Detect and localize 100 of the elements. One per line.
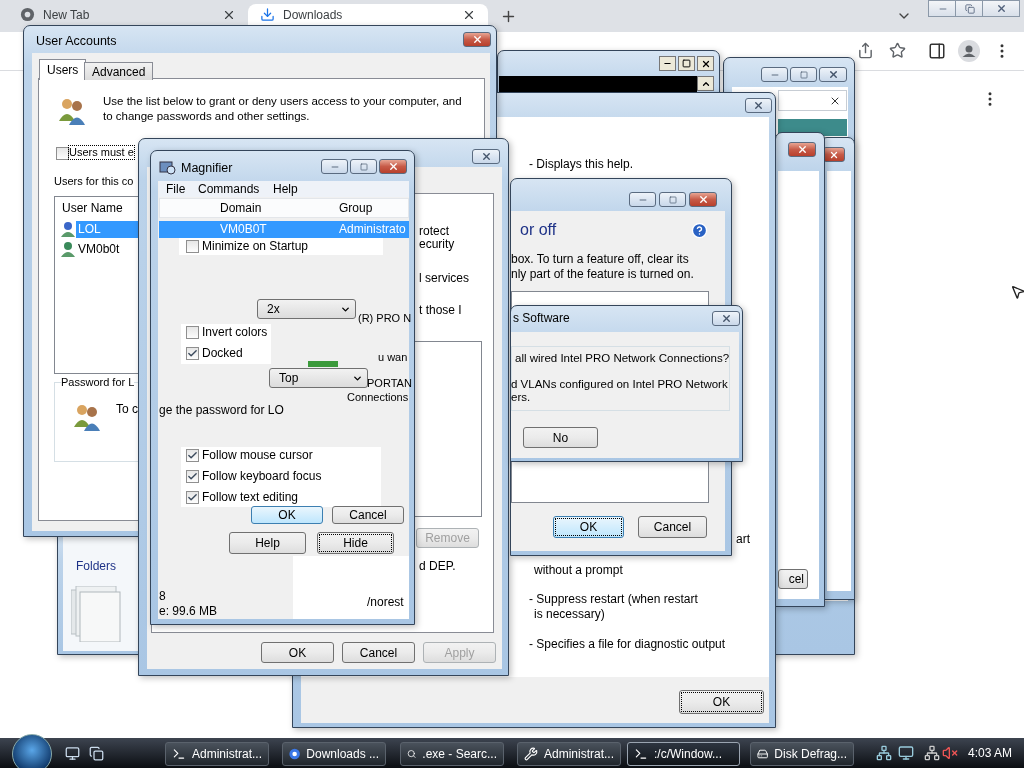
close-icon [700, 58, 711, 69]
minimize-button[interactable] [761, 67, 788, 82]
taskbar-button[interactable]: Administrat... [165, 742, 269, 766]
description-text: ecurity [419, 237, 455, 252]
minimize-button[interactable] [928, 0, 958, 17]
checkbox[interactable] [186, 449, 199, 462]
dialog-button[interactable]: OK [261, 642, 334, 663]
maximize-icon [799, 70, 808, 79]
checkbox-label: Users must e [69, 146, 134, 160]
selected-row[interactable] [159, 221, 409, 238]
maximize-button[interactable] [678, 56, 695, 71]
close-icon [995, 3, 1007, 14]
overlapping-text: PORTAN [367, 377, 412, 391]
note-text: ers. [511, 391, 531, 405]
column-header: User Name [62, 201, 123, 216]
restore-icon [965, 3, 975, 14]
search-icon [407, 747, 417, 761]
description-text: box. To turn a feature off, clear its [511, 252, 689, 267]
share-icon[interactable] [857, 42, 874, 59]
connection-icon[interactable] [924, 745, 940, 761]
overlapping-text: e: 99.6 MB [159, 604, 218, 619]
checkbox-label: Follow text editing [202, 490, 299, 505]
checkbox-label: Follow keyboard focus [202, 469, 322, 484]
minimize-button[interactable] [659, 56, 676, 71]
dialog-button[interactable]: OK [553, 516, 624, 538]
network-icon[interactable] [876, 745, 892, 761]
description-text: t those I [419, 303, 462, 318]
restore-button[interactable] [955, 0, 985, 17]
monitor-icon[interactable] [898, 745, 914, 761]
dialog-button[interactable]: Help [229, 532, 306, 554]
bookmark-star-icon[interactable] [889, 42, 906, 59]
close-icon [753, 100, 764, 111]
dialog-button[interactable]: Cancel [332, 506, 404, 524]
magnifier-icon [159, 160, 177, 176]
close-button[interactable] [823, 147, 845, 162]
checkbox[interactable] [186, 347, 199, 360]
taskbar-button[interactable]: :/c/Window... [627, 742, 740, 766]
close-button[interactable] [745, 98, 772, 113]
zoom-level-dropdown[interactable]: 2x [257, 299, 356, 319]
tab[interactable]: Users [39, 59, 87, 80]
taskbar-button[interactable]: .exe - Searc... [400, 742, 504, 766]
dialog-button[interactable]: OK [251, 506, 323, 524]
dialog-button[interactable]: Cancel [638, 516, 707, 538]
dock-position-dropdown[interactable]: Top [269, 368, 368, 388]
ok-button[interactable]: OK [679, 690, 764, 714]
cut-off-button[interactable]: cel [778, 569, 808, 589]
menu-item[interactable]: File [166, 182, 186, 197]
browser-logo-icon [289, 747, 301, 761]
browser-tab[interactable]: New Tab [8, 4, 248, 25]
help-text: art [736, 532, 750, 547]
browser-tab[interactable]: Downloads [248, 4, 488, 25]
search-field[interactable] [778, 90, 847, 111]
check-icon [187, 348, 198, 359]
minimize-button[interactable] [321, 159, 348, 174]
overlapping-text: (R) PRO N [358, 312, 412, 326]
console-icon [634, 747, 648, 761]
checkbox[interactable] [186, 240, 199, 253]
help-text: - Specifies a file for diagnostic output [529, 637, 726, 652]
close-icon [480, 151, 492, 162]
user-row[interactable]: VM0b0t [76, 241, 139, 258]
maximize-button[interactable] [350, 159, 377, 174]
checkbox-label: Invert colors [202, 325, 268, 340]
minimize-button[interactable] [629, 192, 656, 207]
maximize-button[interactable] [790, 67, 817, 82]
maximize-icon [668, 195, 677, 204]
description-text: nly part of the feature is turned on. [511, 267, 694, 282]
side-panel-icon[interactable] [928, 42, 946, 60]
menu-item[interactable]: Help [273, 182, 298, 197]
window-title: Magnifier [181, 161, 233, 176]
close-icon [829, 149, 839, 160]
folder-icon [71, 586, 121, 642]
question-text: all wired Intel PRO Network Connections? [515, 352, 730, 366]
show-desktop-icon[interactable] [65, 746, 80, 761]
maximize-button[interactable] [659, 192, 686, 207]
profile-icon[interactable] [958, 40, 980, 62]
checkbox[interactable] [186, 491, 199, 504]
menu-item[interactable]: Commands [198, 182, 260, 197]
scroll-up-button[interactable] [697, 76, 714, 91]
close-icon [697, 194, 709, 205]
close-icon [720, 313, 732, 324]
wrench-icon [524, 747, 538, 761]
dialog-button[interactable]: Hide [317, 532, 394, 554]
taskbar-button[interactable]: Disk Defrag... [750, 742, 854, 766]
dialog-button[interactable]: Cancel [342, 642, 415, 663]
check-icon [187, 471, 198, 482]
new-tab-icon[interactable] [500, 8, 517, 25]
close-button[interactable] [697, 56, 714, 71]
taskbar-button[interactable]: Administrat... [517, 742, 621, 766]
checkbox[interactable] [186, 470, 199, 483]
start-button[interactable] [12, 734, 52, 768]
help-text: without a prompt [534, 563, 623, 578]
switch-windows-icon[interactable] [89, 746, 104, 761]
muted-volume-icon[interactable] [942, 745, 958, 761]
no-button[interactable]: No [523, 427, 598, 448]
folders-label: Folders [76, 559, 116, 574]
window-title: s Software [513, 311, 570, 326]
taskbar-button[interactable]: Downloads ... [282, 742, 386, 766]
clear-icon[interactable] [829, 95, 841, 107]
checkbox[interactable] [186, 326, 199, 339]
tab[interactable]: Advanced [84, 62, 154, 80]
